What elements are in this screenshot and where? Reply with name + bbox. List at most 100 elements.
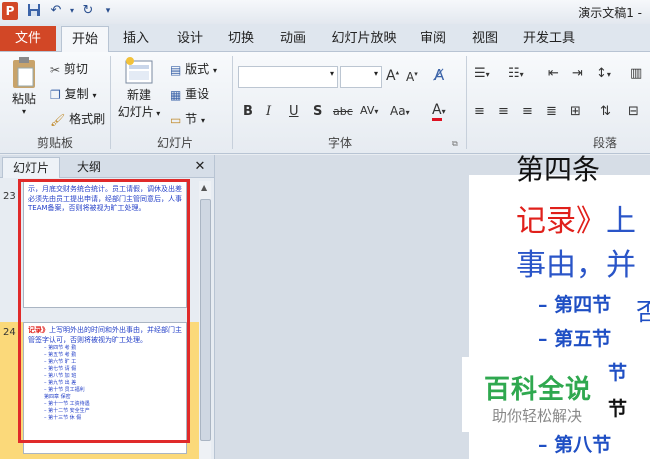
brush-icon: 🖌	[50, 112, 66, 127]
cut-button[interactable]: ✂ 剪切	[50, 60, 88, 77]
grow-font-icon[interactable]: A▴	[386, 68, 399, 84]
paste-button[interactable]: 粘贴 ▾	[6, 56, 42, 116]
section-button[interactable]: ▭ 节 ▾	[170, 110, 205, 127]
slide-line-1: 记录》上	[516, 196, 636, 240]
tab-animations[interactable]: 动画	[275, 26, 311, 51]
scroll-up-icon[interactable]: ▲	[201, 183, 207, 192]
tab-slides[interactable]: 幻灯片	[2, 157, 60, 178]
copy-label: 复制	[64, 87, 89, 101]
slide-bullet: 节	[608, 362, 628, 384]
underline-button[interactable]: U	[289, 104, 299, 119]
divider	[466, 56, 467, 149]
align-center-icon[interactable]: ≡	[498, 104, 509, 119]
format-painter-button[interactable]: 🖌 格式刷	[50, 110, 105, 127]
text-direction-icon[interactable]: ⇅	[600, 104, 611, 119]
slide-bullet: – 第五节	[538, 328, 612, 350]
pane-tabs: 幻灯片 大纲 ✕	[0, 155, 214, 178]
numbering-icon[interactable]: ☷▾	[508, 66, 524, 81]
slides-group-label: 幻灯片	[156, 136, 193, 150]
paste-icon	[13, 57, 35, 88]
slide-heading-partial: 第四条	[516, 153, 601, 186]
align-right-icon[interactable]: ≡	[522, 104, 533, 119]
italic-button[interactable]: I	[266, 104, 271, 119]
ribbon: 粘贴 ▾ ✂ 剪切 ❐ 复制 ▾ 🖌 格式刷 剪贴板 新建 幻灯片 ▾ ▤ 版式…	[0, 52, 650, 154]
scissors-icon: ✂	[50, 62, 61, 77]
divider	[232, 56, 233, 149]
paste-dropdown-icon: ▾	[21, 107, 26, 116]
clear-formatting-icon[interactable]: A̸	[434, 66, 444, 84]
new-slide-button[interactable]: 新建 幻灯片 ▾	[116, 56, 162, 120]
slide-number-24: 24	[3, 327, 16, 338]
divider	[110, 56, 111, 149]
decrease-indent-icon[interactable]: ⇤	[548, 66, 559, 81]
font-name-combo[interactable]: ▾	[238, 66, 338, 88]
justify-icon[interactable]: ≣	[546, 104, 557, 119]
char-spacing-dropdown-icon: ▾	[374, 107, 379, 116]
change-case-button[interactable]: Aa▾	[390, 104, 410, 118]
layout-label: 版式	[185, 62, 210, 76]
align-left-icon[interactable]: ≡	[474, 104, 485, 119]
font-name-dropdown-icon: ▾	[329, 69, 334, 78]
save-icon[interactable]	[26, 3, 42, 19]
copy-icon: ❐	[50, 87, 61, 102]
tab-insert[interactable]: 插入	[118, 26, 154, 51]
slide-bullet: 节	[608, 398, 628, 420]
slide-bullet: – 第四节	[538, 294, 612, 316]
layout-button[interactable]: ▤ 版式 ▾	[170, 60, 217, 77]
reset-label: 重设	[185, 87, 210, 101]
shrink-font-icon[interactable]: A▾	[406, 70, 418, 84]
shadow-button[interactable]: S	[313, 104, 322, 119]
font-size-combo[interactable]: ▾	[340, 66, 382, 88]
tab-developer[interactable]: 开发工具	[518, 26, 580, 51]
tab-transitions[interactable]: 切换	[223, 26, 259, 51]
increase-indent-icon[interactable]: ⇥	[572, 66, 583, 81]
tab-file[interactable]: 文件	[0, 26, 56, 51]
new-slide-label-2: 幻灯片 ▾	[117, 105, 161, 119]
strikethrough-button[interactable]: abc	[333, 105, 353, 118]
redo-icon[interactable]: ↻	[80, 3, 96, 19]
change-case-dropdown-icon: ▾	[405, 108, 410, 117]
tab-slideshow[interactable]: 幻灯片放映	[329, 26, 399, 51]
font-color-label: A	[432, 102, 442, 121]
copy-button[interactable]: ❐ 复制 ▾	[50, 85, 96, 102]
watermark-logo: 百科全说 助你轻松解决	[462, 357, 602, 432]
pane-scrollbar[interactable]: ▲	[199, 181, 211, 459]
paste-label: 粘贴	[11, 92, 36, 106]
font-dialog-launcher-icon[interactable]: ⧉	[452, 139, 458, 149]
tab-home[interactable]: 开始	[61, 26, 109, 52]
new-slide-icon	[125, 57, 153, 84]
tab-outline[interactable]: 大纲	[64, 157, 114, 177]
char-spacing-label: AV	[360, 104, 375, 117]
ribbon-tab-row: 文件 开始 插入 设计 切换 动画 幻灯片放映 审阅 视图 开发工具	[0, 24, 650, 52]
customize-toolbar-icon[interactable]: ▾	[100, 3, 116, 19]
slides-pane: 幻灯片 大纲 ✕ 23 示，月底交财务统合统计。员工请假，调休及出差必须先由员工…	[0, 155, 215, 459]
slide-partial-char: 否	[636, 298, 650, 326]
font-color-button[interactable]: A▾	[432, 102, 446, 121]
close-pane-icon[interactable]: ✕	[192, 157, 208, 177]
bold-button[interactable]: B	[243, 104, 253, 119]
format-painter-label: 格式刷	[69, 112, 106, 126]
char-spacing-button[interactable]: AV▾	[360, 104, 378, 117]
columns-icon[interactable]: ▥	[630, 66, 642, 81]
section-label: 节	[185, 112, 198, 126]
align-text-icon[interactable]: ⊟	[628, 104, 639, 119]
tab-design[interactable]: 设计	[172, 26, 208, 51]
powerpoint-app-icon[interactable]: P	[2, 2, 18, 20]
document-title: 演示文稿1 -	[578, 6, 642, 20]
slide-red-text: 记录》	[516, 204, 606, 239]
tab-view[interactable]: 视图	[467, 26, 503, 51]
watermark-main-text: 百科全说	[484, 375, 593, 405]
cut-label: 剪切	[63, 62, 88, 76]
section-dropdown-icon: ▾	[201, 116, 206, 125]
distributed-icon[interactable]: ⊞	[570, 104, 581, 119]
reset-button[interactable]: ▦ 重设	[170, 85, 209, 102]
title-bar: P ↶ ▾ ↻ ▾ 演示文稿1 -	[0, 0, 650, 25]
line-spacing-icon[interactable]: ↕▾	[596, 66, 611, 81]
bullets-icon[interactable]: ☰▾	[474, 66, 490, 81]
scroll-thumb[interactable]	[200, 199, 211, 441]
tab-review[interactable]: 审阅	[415, 26, 451, 51]
undo-icon[interactable]: ↶	[48, 3, 64, 19]
font-group-label: 字体	[327, 136, 352, 150]
undo-dropdown-icon[interactable]: ▾	[64, 3, 80, 19]
layout-icon: ▤	[170, 62, 182, 77]
